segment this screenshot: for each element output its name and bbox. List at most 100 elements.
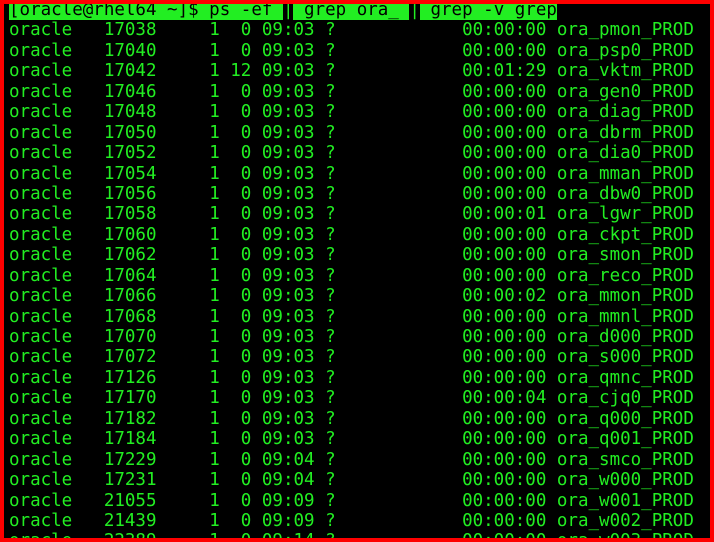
- process-cmd: ora_mmnl_PROD: [546, 306, 694, 327]
- process-c: 0: [219, 20, 252, 41]
- process-pid: 17068: [103, 306, 157, 327]
- process-c: 0: [219, 204, 252, 225]
- process-c: 0: [219, 143, 252, 164]
- process-cmd: ora_w003_PROD: [546, 531, 694, 542]
- process-time: 00:00:00: [419, 306, 547, 327]
- process-pid: 17054: [103, 163, 157, 184]
- process-stime: 09:03: [251, 204, 315, 225]
- shell-prompt-command-line[interactable]: [oracle@rhel64 ~]$ ps -ef | grep ora_ | …: [5, 0, 710, 20]
- process-stime: 09:09: [251, 510, 315, 531]
- process-row: oracle 17058 1 0 09:03 ? 00:00:01 ora_lg…: [5, 204, 710, 225]
- process-ppid: 1: [156, 224, 220, 245]
- process-pid: 17229: [103, 449, 157, 470]
- process-time: 00:00:00: [419, 81, 547, 102]
- process-uid: oracle: [9, 163, 104, 184]
- process-pid: 17062: [103, 245, 157, 266]
- process-tty: ?: [314, 265, 420, 286]
- process-tty: ?: [314, 245, 420, 266]
- process-time: 00:00:00: [419, 327, 547, 347]
- process-c: 0: [219, 429, 252, 450]
- process-cmd: ora_d000_PROD: [546, 327, 694, 347]
- process-c: 0: [219, 163, 252, 184]
- process-time: 00:00:00: [419, 40, 547, 61]
- process-pid: 17048: [103, 102, 157, 123]
- process-time: 00:00:00: [419, 531, 547, 542]
- process-cmd: ora_w001_PROD: [546, 490, 694, 511]
- process-pid: 21055: [103, 490, 157, 511]
- process-cmd: ora_ckpt_PROD: [546, 224, 694, 245]
- process-cmd: ora_s000_PROD: [546, 347, 694, 368]
- process-c: 12: [219, 61, 252, 82]
- process-tty: ?: [314, 327, 420, 347]
- process-uid: oracle: [9, 102, 104, 123]
- process-ppid: 1: [156, 265, 220, 286]
- process-ppid: 1: [156, 306, 220, 327]
- process-uid: oracle: [9, 122, 104, 143]
- process-ppid: 1: [156, 204, 220, 225]
- process-stime: 09:03: [251, 347, 315, 368]
- process-row: oracle 17062 1 0 09:03 ? 00:00:00 ora_sm…: [5, 245, 710, 266]
- process-c: 0: [219, 327, 252, 347]
- process-uid: oracle: [9, 429, 104, 450]
- terminal-window[interactable]: [oracle@rhel64 ~]$ ps -ef | grep ora_ | …: [0, 0, 714, 542]
- process-uid: oracle: [9, 40, 104, 61]
- process-stime: 09:03: [251, 61, 315, 82]
- process-uid: oracle: [9, 510, 104, 531]
- process-ppid: 1: [156, 183, 220, 204]
- process-uid: oracle: [9, 143, 104, 164]
- process-ppid: 1: [156, 245, 220, 266]
- process-tty: ?: [314, 429, 420, 450]
- process-cmd: ora_gen0_PROD: [546, 81, 694, 102]
- process-cmd: ora_q000_PROD: [546, 408, 694, 429]
- process-cmd: ora_smon_PROD: [546, 245, 694, 266]
- process-pid: 17170: [103, 388, 157, 409]
- process-time: 00:00:00: [419, 265, 547, 286]
- process-row: oracle 17070 1 0 09:03 ? 00:00:00 ora_d0…: [5, 327, 710, 347]
- process-uid: oracle: [9, 204, 104, 225]
- process-c: 0: [219, 367, 252, 388]
- process-c: 0: [219, 408, 252, 429]
- process-tty: ?: [314, 490, 420, 511]
- process-cmd: ora_psp0_PROD: [546, 40, 694, 61]
- process-ppid: 1: [156, 40, 220, 61]
- process-uid: oracle: [9, 449, 104, 470]
- terminal-screen-output[interactable]: [oracle@rhel64 ~]$ ps -ef | grep ora_ | …: [5, 0, 710, 542]
- process-cmd: ora_dbw0_PROD: [546, 183, 694, 204]
- process-ppid: 1: [156, 347, 220, 368]
- process-tty: ?: [314, 102, 420, 123]
- process-c: 0: [219, 490, 252, 511]
- process-stime: 09:03: [251, 388, 315, 409]
- process-row: oracle 17184 1 0 09:03 ? 00:00:00 ora_q0…: [5, 429, 710, 450]
- process-cmd: ora_mmon_PROD: [546, 286, 694, 307]
- process-row: oracle 17064 1 0 09:03 ? 00:00:00 ora_re…: [5, 265, 710, 286]
- process-cmd: ora_qmnc_PROD: [546, 367, 694, 388]
- process-c: 0: [219, 81, 252, 102]
- process-cmd: ora_pmon_PROD: [546, 20, 694, 41]
- process-time: 00:01:29: [419, 61, 547, 82]
- process-tty: ?: [314, 367, 420, 388]
- process-tty: ?: [314, 143, 420, 164]
- process-uid: oracle: [9, 367, 104, 388]
- process-stime: 09:03: [251, 183, 315, 204]
- process-row: oracle 17068 1 0 09:03 ? 00:00:00 ora_mm…: [5, 306, 710, 327]
- process-row: oracle 17056 1 0 09:03 ? 00:00:00 ora_db…: [5, 183, 710, 204]
- process-pid: 17040: [103, 40, 157, 61]
- process-row: oracle 17048 1 0 09:03 ? 00:00:00 ora_di…: [5, 102, 710, 123]
- process-time: 00:00:04: [419, 388, 547, 409]
- process-stime: 09:04: [251, 470, 315, 491]
- process-stime: 09:03: [251, 102, 315, 123]
- pipe-separator-1: |: [282, 0, 294, 20]
- process-uid: oracle: [9, 347, 104, 368]
- process-row: oracle 17040 1 0 09:03 ? 00:00:00 ora_ps…: [5, 40, 710, 61]
- process-ppid: 1: [156, 143, 220, 164]
- process-stime: 09:14: [251, 531, 315, 542]
- prompt-command-segment-1: [oracle@rhel64 ~]$ ps -ef: [9, 0, 283, 20]
- process-uid: oracle: [9, 286, 104, 307]
- process-row: oracle 17170 1 0 09:03 ? 00:00:04 ora_cj…: [5, 388, 710, 409]
- process-cmd: ora_dbrm_PROD: [546, 122, 694, 143]
- process-ppid: 1: [156, 429, 220, 450]
- process-stime: 09:03: [251, 143, 315, 164]
- process-row: oracle 17042 1 12 09:03 ? 00:01:29 ora_v…: [5, 61, 710, 82]
- process-time: 00:00:00: [419, 245, 547, 266]
- process-stime: 09:04: [251, 449, 315, 470]
